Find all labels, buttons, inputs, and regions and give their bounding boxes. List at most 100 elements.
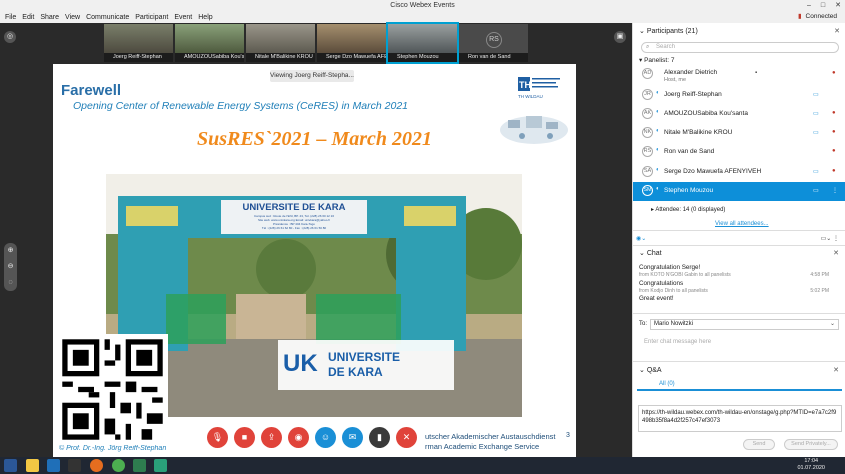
clock: 17:04 01.07.2020 xyxy=(797,458,825,472)
mute-icon[interactable]: ● xyxy=(832,110,836,116)
close-icon[interactable]: ✕ xyxy=(835,0,841,11)
chat-to-label: To: xyxy=(639,321,648,327)
uk-logo: UK xyxy=(283,350,318,377)
panelist-row[interactable]: RS ◐ Ron van de Sand ● xyxy=(633,143,845,162)
maximize-icon[interactable]: □ xyxy=(821,0,825,11)
video-icon[interactable]: ▭ xyxy=(813,168,819,175)
video-icon[interactable]: ▭ xyxy=(813,110,819,117)
avatar: SM xyxy=(642,185,653,196)
sharing-icon: ◐ xyxy=(656,128,660,134)
chat-header[interactable]: ⌄ Chat xyxy=(639,249,662,257)
menu-help[interactable]: Help xyxy=(195,14,215,21)
menu-participant[interactable]: Participant xyxy=(132,14,171,21)
menu-event[interactable]: Event xyxy=(171,14,195,21)
video-thumbnail[interactable]: RS ● Ron van de Sand xyxy=(459,24,528,62)
qa-tab-all[interactable]: All (0) xyxy=(637,379,842,391)
participants-button[interactable]: ☺ xyxy=(315,427,336,448)
gate-sign-line: Tél : (228) 26 61 62 80 - Fax : (228) 26… xyxy=(261,226,327,230)
panelist-header[interactable]: ▾ Panelist: 7 xyxy=(639,56,674,64)
qa-header[interactable]: ⌄ Q&A xyxy=(639,366,662,374)
panelist-row[interactable]: SA ◐ Serge Dzo Mawuefa AFENYIVEH ▭ ● xyxy=(633,163,845,182)
thumbnail-name: Stephen Mouzou xyxy=(388,53,457,62)
word-icon[interactable] xyxy=(47,459,60,472)
video-icon[interactable]: ▭ xyxy=(813,129,819,136)
panelist-name: AMOUZOUSabiba Kou'santa xyxy=(664,110,748,117)
search-placeholder: Search xyxy=(656,44,676,50)
menu-file[interactable]: File xyxy=(2,14,19,21)
slide-subtitle: Opening Center of Renewable Energy Syste… xyxy=(73,100,408,112)
video-thumbnail[interactable]: ● AMOUZOUSabiba Kou'santa xyxy=(175,24,244,62)
panelist-row[interactable]: AK ◐ AMOUZOUSabiba Kou'santa ▭ ● xyxy=(633,105,845,124)
terminal-icon[interactable] xyxy=(68,459,81,472)
zoom-in-icon[interactable]: ⊕ xyxy=(4,243,17,259)
leave-button[interactable]: ✕ xyxy=(396,427,417,448)
slide-page-number: 3 xyxy=(566,432,570,439)
mute-icon[interactable]: ● xyxy=(832,129,836,135)
chat-time: 5:02 PM xyxy=(810,288,829,294)
video-thumbnail[interactable]: ● Serge Dzo Mawuefa AFEN... xyxy=(317,24,386,62)
menu-view[interactable]: View xyxy=(62,14,83,21)
video-icon[interactable]: ▭ xyxy=(813,91,819,98)
close-icon[interactable]: ✕ xyxy=(833,366,839,374)
send-button[interactable]: Send xyxy=(743,439,775,450)
menu-edit[interactable]: Edit xyxy=(19,14,37,21)
qa-input[interactable]: https://th-wildau.webex.com/th-wildau-en… xyxy=(638,405,842,432)
avatar: RS xyxy=(642,146,653,157)
mute-button[interactable]: 🎙︎ xyxy=(207,427,228,448)
folder-icon[interactable] xyxy=(26,459,39,472)
gate-sign: UNIVERSITE DE KARA xyxy=(242,202,346,213)
start-icon[interactable] xyxy=(4,459,17,472)
thumbnail-name: Joerg Reiff-Stephan xyxy=(104,53,173,62)
zoom-control: ⊕ ⊖ ◌ xyxy=(4,243,17,291)
attendees-header[interactable]: ▸ Attendee: 14 (0 displayed) xyxy=(651,206,725,213)
menu-share[interactable]: Share xyxy=(37,14,62,21)
divider xyxy=(633,313,845,314)
video-button[interactable]: ■ xyxy=(234,427,255,448)
meeting-controls: 🎙︎ ■ ⇪ ◉ ☺ ✉ ▮ ✕ xyxy=(207,427,417,448)
panelist-row[interactable]: JR ◐ Joerg Reiff-Stephan ▭ xyxy=(633,86,845,105)
chat-recipient-select[interactable]: Mario Nowitzki ⌄ xyxy=(650,319,839,330)
chat-button[interactable]: ✉ xyxy=(342,427,363,448)
fit-icon[interactable]: ◌ xyxy=(4,275,17,291)
avatar: NK xyxy=(642,127,653,138)
send-privately-button[interactable]: Send Privately... xyxy=(784,439,838,450)
webex-icon[interactable] xyxy=(154,459,167,472)
record-button[interactable]: ◉ xyxy=(288,427,309,448)
video-thumbnail-active[interactable]: ● Stephen Mouzou xyxy=(386,22,459,64)
status-dropdown[interactable]: ◉⌄ xyxy=(636,235,646,242)
panel-options-icon[interactable]: ▭⌄ ⋮ xyxy=(821,235,839,242)
panelist-row[interactable]: NK ◐ Nitale M'Balikine KROU ▭ ● xyxy=(633,124,845,143)
close-icon[interactable]: ✕ xyxy=(834,25,840,39)
menu-communicate[interactable]: Communicate xyxy=(83,14,132,21)
more-icon[interactable]: ⋮ xyxy=(832,187,838,194)
close-icon[interactable]: ✕ xyxy=(833,249,839,257)
share-button[interactable]: ⇪ xyxy=(261,427,282,448)
chat-input[interactable]: Enter chat message here xyxy=(644,339,711,345)
app-icon[interactable] xyxy=(133,459,146,472)
mute-icon[interactable]: ● xyxy=(832,70,836,76)
panelist-name: Nitale M'Balikine KROU xyxy=(664,129,733,136)
panelist-name: Stephen Mouzou xyxy=(664,187,714,194)
chevron-down-icon[interactable]: ⌄ xyxy=(639,28,647,35)
panelist-row-selected[interactable]: SM ◐ Stephen Mouzou ▭ ⋮ xyxy=(633,182,845,201)
daad-line-2: rman Academic Exchange Service xyxy=(425,442,540,451)
video-thumbnail[interactable]: ● Nitale M'Balikine KROU xyxy=(246,24,315,62)
video-icon[interactable]: ▭ xyxy=(813,187,819,194)
chrome-icon[interactable] xyxy=(112,459,125,472)
minimize-icon[interactable]: – xyxy=(807,0,811,11)
chat-meta: from KOTO N'GOBI Gabin to all panelists xyxy=(639,272,731,278)
mute-icon[interactable]: ● xyxy=(832,168,836,174)
search-input[interactable]: ⌕ Search xyxy=(641,42,839,53)
uk-name-line-2: DE KARA xyxy=(328,365,383,379)
zoom-out-icon[interactable]: ⊖ xyxy=(4,259,17,275)
slide-heading: Farewell xyxy=(61,82,122,99)
mute-icon[interactable]: ● xyxy=(832,148,836,154)
view-all-attendees-link[interactable]: View all attendees... xyxy=(715,221,769,227)
chat-time: 4:58 PM xyxy=(810,272,829,278)
video-thumbnail[interactable]: ● Joerg Reiff-Stephan xyxy=(104,24,173,62)
layout-icon[interactable]: ◎ xyxy=(4,31,16,43)
firefox-icon[interactable] xyxy=(90,459,103,472)
more-button[interactable]: ▮ xyxy=(369,427,390,448)
panelist-row[interactable]: AD Alexander Dietrich Host, me ▪ ● xyxy=(633,65,845,84)
view-toggle-icon[interactable]: ▣ xyxy=(614,31,626,43)
